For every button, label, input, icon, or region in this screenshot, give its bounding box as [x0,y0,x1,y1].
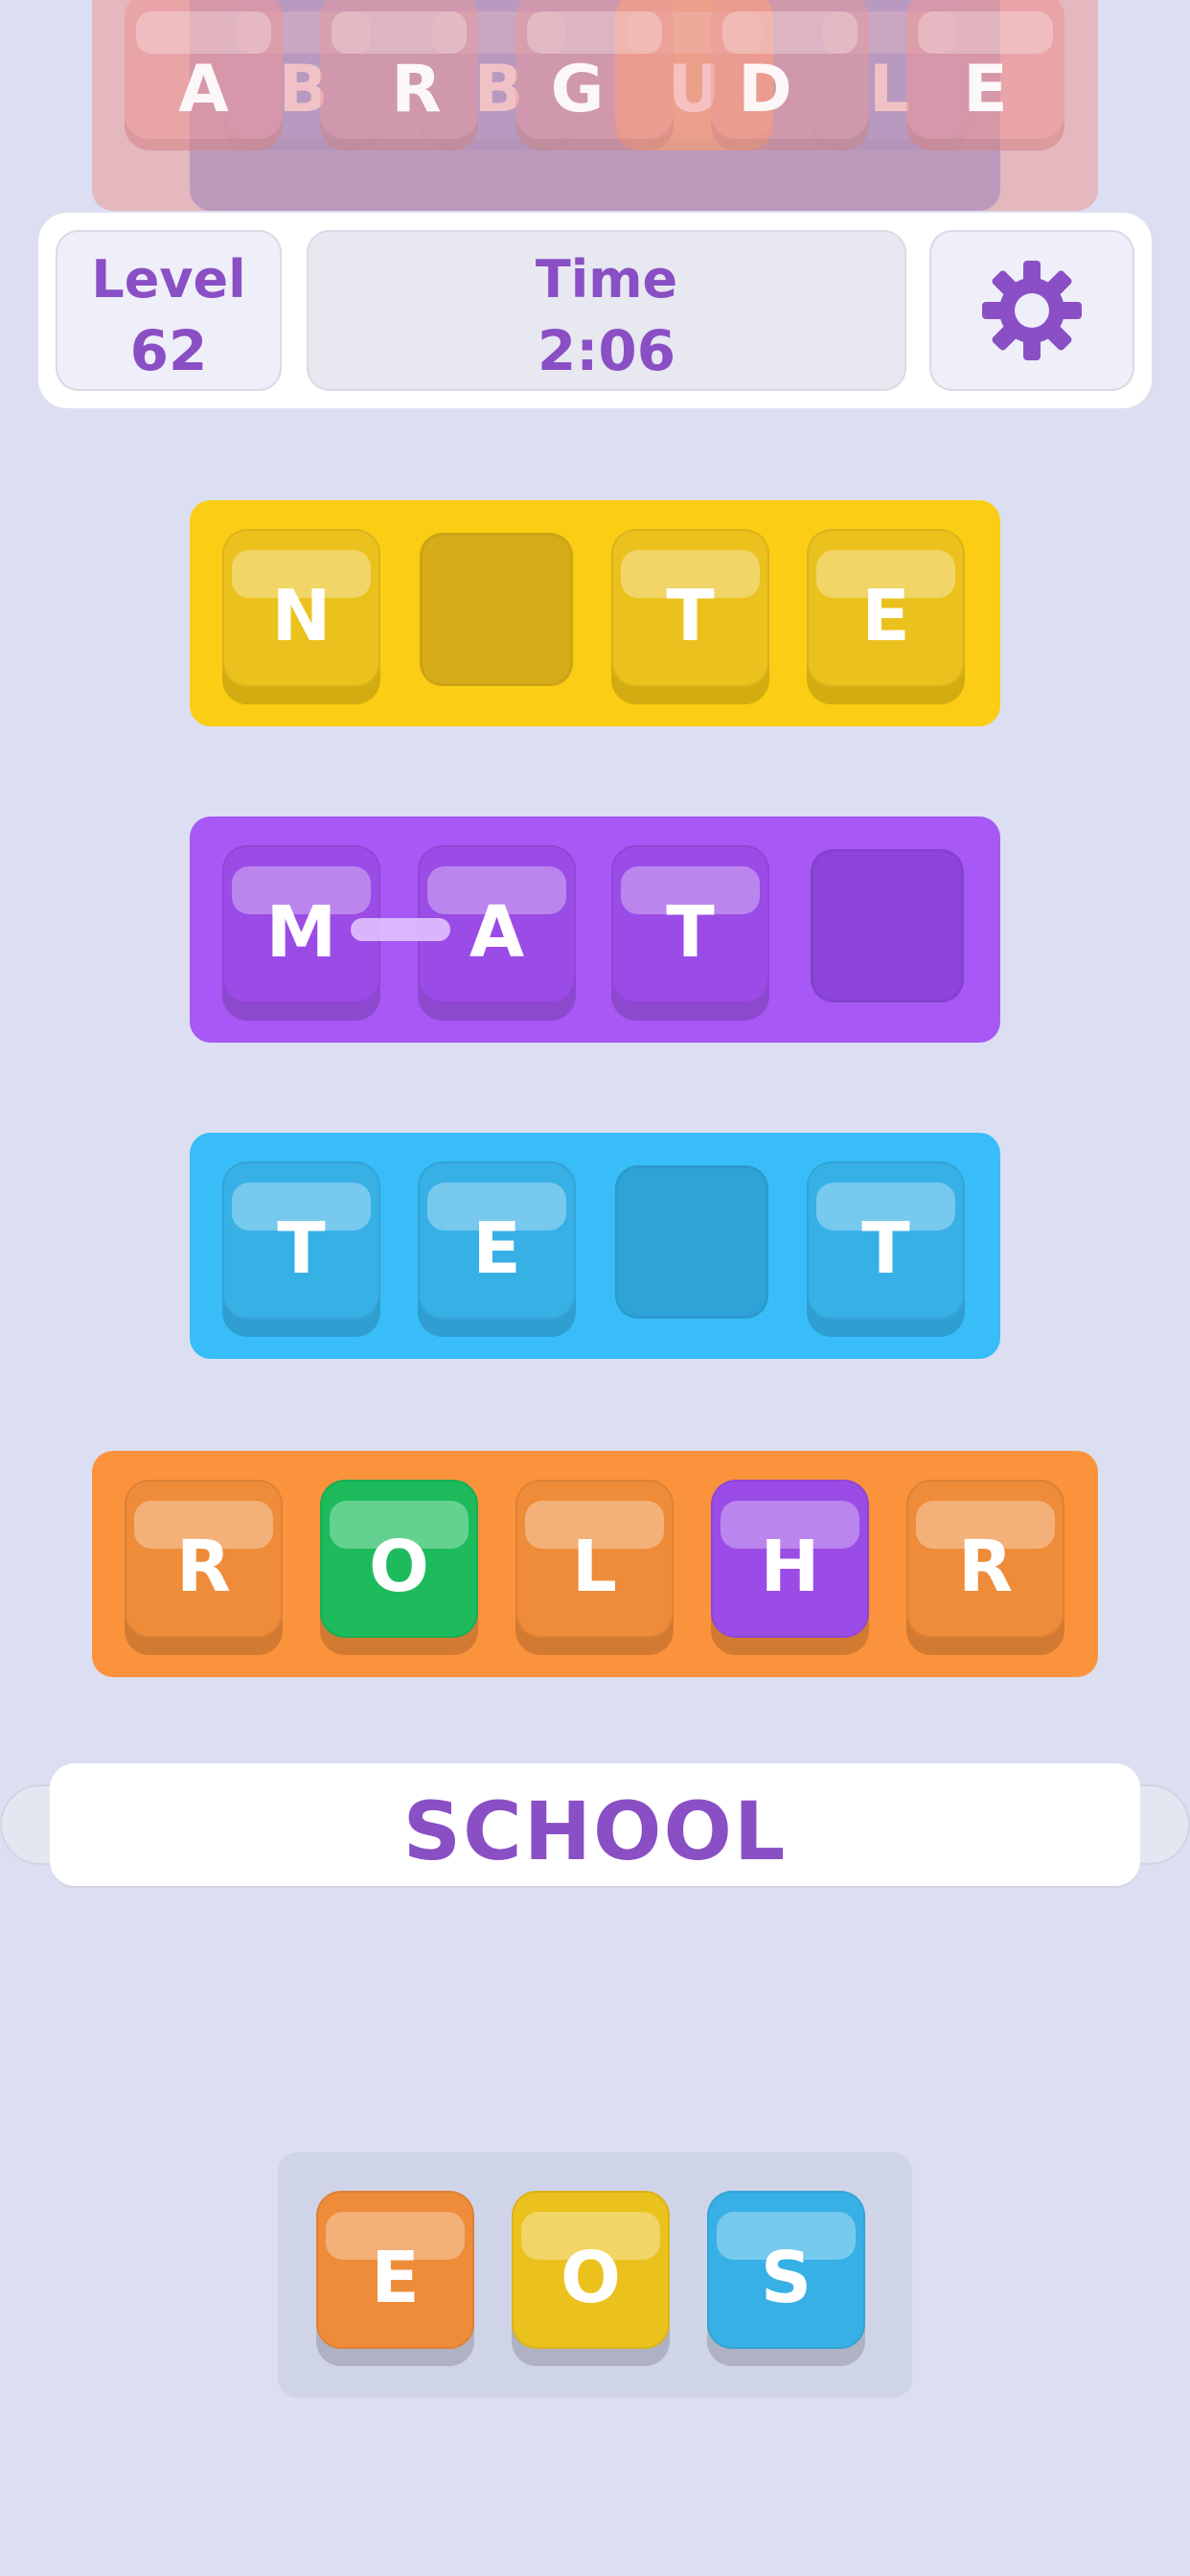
letter-tile[interactable]: T [807,1162,965,1320]
word-row-blue: T E T [190,1133,1000,1359]
letter-tile[interactable]: R [125,1480,283,1638]
letter-tray: E O S [278,2152,912,2398]
faded-row-red: A R G D E [92,0,1098,211]
tray-tile[interactable]: O [512,2191,670,2349]
letter-tile[interactable]: L [515,1480,674,1638]
settings-button[interactable] [929,230,1134,391]
faded-tile: D [711,0,869,150]
faded-tile: R [320,0,478,150]
letter-tile[interactable]: T [222,1162,380,1320]
letter-tile[interactable]: E [807,529,965,687]
level-value: 62 [129,318,208,383]
letter-tile[interactable]: R [906,1480,1064,1638]
tray-tile[interactable]: E [316,2191,474,2349]
word-row-orange: R O L H R [92,1451,1098,1677]
faded-tile: E [906,0,1064,150]
level-label: Level [91,249,246,310]
time-label: Time [535,249,678,310]
time-panel: Time 2:06 [307,230,906,391]
empty-slot[interactable] [420,533,573,686]
gear-icon [982,261,1082,360]
faded-tile: A [125,0,283,150]
word-banner: SCHOOL [50,1763,1140,1886]
target-word: SCHOOL [402,1784,788,1878]
time-value: 2:06 [537,318,676,383]
empty-slot[interactable] [811,849,964,1002]
letter-tile-correct[interactable]: O [320,1480,478,1638]
empty-slot[interactable] [615,1165,768,1319]
letter-tile[interactable]: T [611,529,769,687]
word-row-yellow: N T E [190,500,1000,726]
faded-tile: G [515,0,674,150]
letter-tile[interactable]: N [222,529,380,687]
letter-tile[interactable]: T [611,845,769,1003]
drag-highlight [351,918,450,941]
level-panel: Level 62 [56,230,282,391]
header-bar: Level 62 Time 2:06 [38,213,1152,408]
tray-tile[interactable]: S [707,2191,865,2349]
letter-tile[interactable]: E [418,1162,576,1320]
letter-tile-purple[interactable]: H [711,1480,869,1638]
word-row-purple: M A T [190,816,1000,1043]
